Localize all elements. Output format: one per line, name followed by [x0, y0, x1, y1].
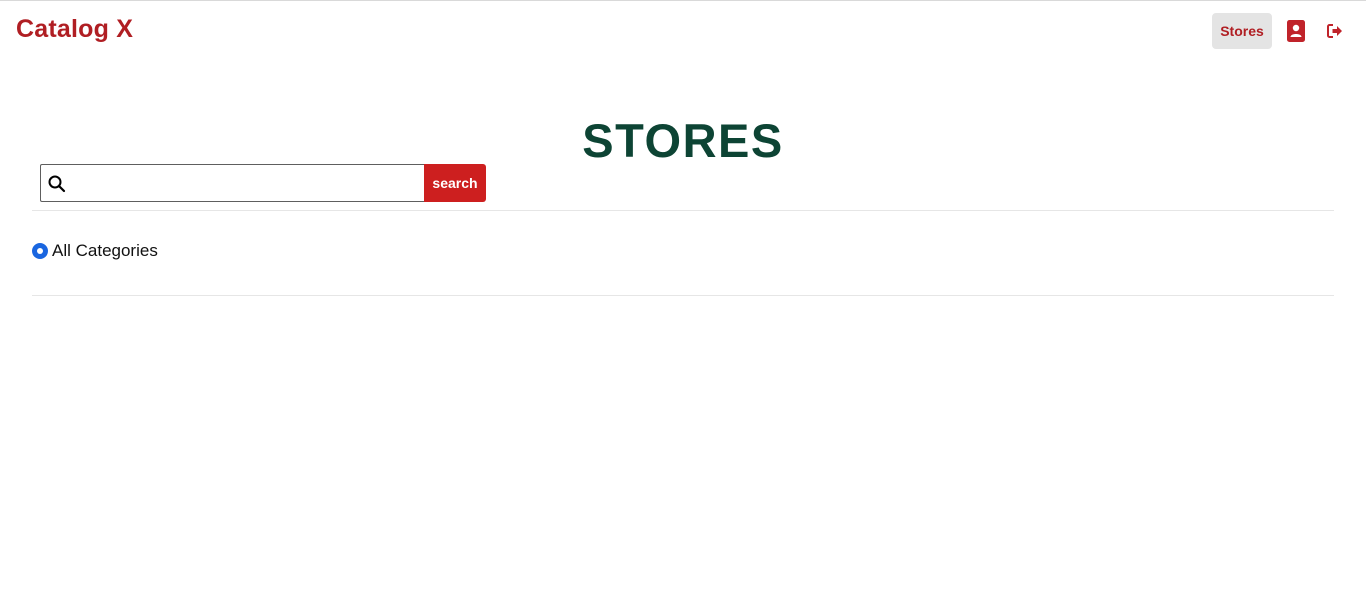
nav-stores-button[interactable]: Stores [1212, 13, 1272, 49]
radio-selected-icon[interactable] [32, 243, 48, 259]
brand-logo[interactable]: Catalog X [16, 15, 133, 44]
contact-card-icon[interactable] [1285, 19, 1307, 43]
divider [32, 210, 1334, 211]
search-button[interactable]: search [424, 164, 486, 202]
search-icon [48, 175, 66, 193]
search-field[interactable] [40, 164, 425, 202]
page-title: STORES [582, 114, 784, 167]
category-option-all[interactable]: All Categories [32, 240, 158, 262]
divider [32, 295, 1334, 296]
search-bar: search [40, 164, 486, 202]
navbar: Catalog X Stores [0, 1, 1366, 63]
sign-out-icon[interactable] [1324, 19, 1346, 43]
category-label: All Categories [52, 241, 158, 260]
search-input[interactable] [73, 166, 421, 200]
